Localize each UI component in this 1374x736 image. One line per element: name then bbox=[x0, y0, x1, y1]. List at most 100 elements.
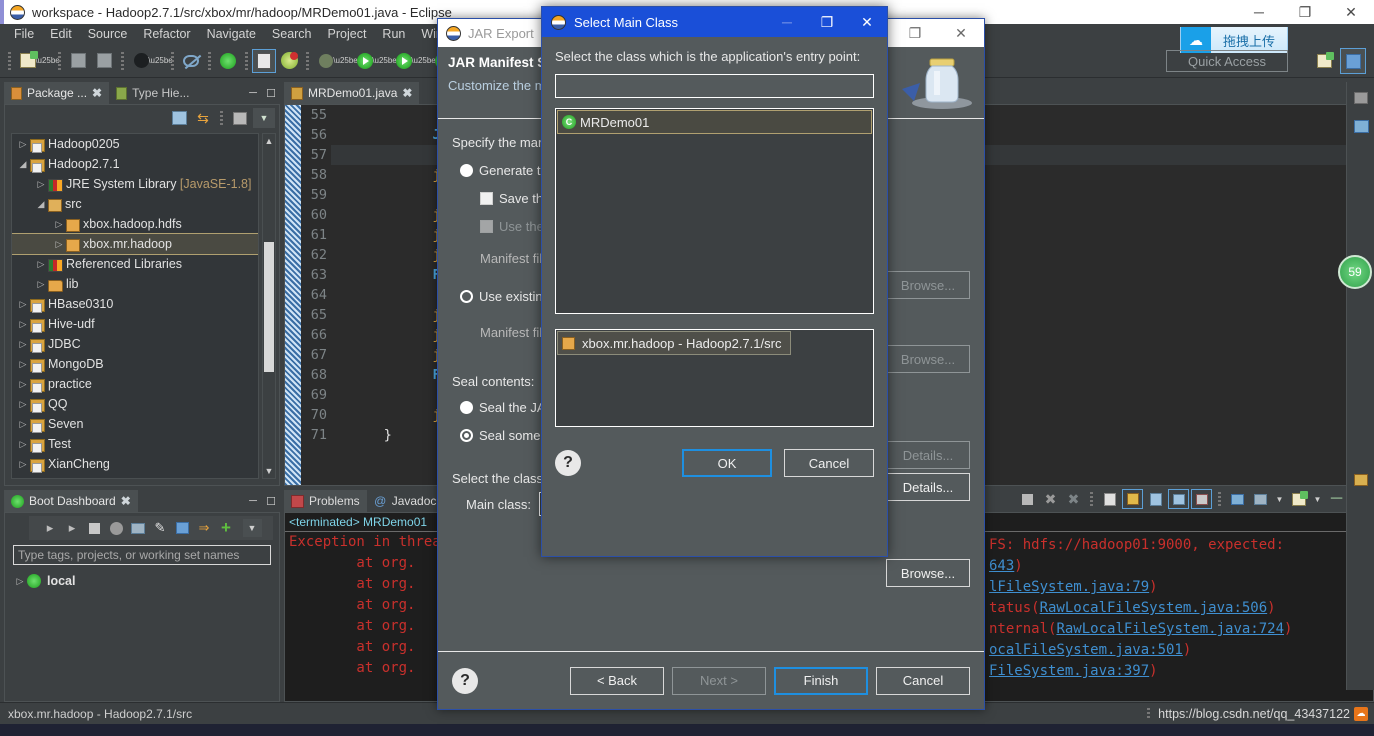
display-selected-console-icon[interactable] bbox=[1250, 489, 1271, 509]
tab-type-hierarchy[interactable]: Type Hie... bbox=[109, 82, 197, 104]
tree-item[interactable]: ▷ JDBC bbox=[12, 334, 258, 354]
tree-item[interactable]: ◢ src bbox=[12, 194, 258, 214]
outline-view-icon[interactable] bbox=[1348, 114, 1374, 138]
tree-item[interactable]: ▷ lib bbox=[12, 274, 258, 294]
run-dropdown-icon[interactable]: \u25be bbox=[372, 48, 396, 74]
console-dropdown-icon[interactable]: ▼ bbox=[1273, 486, 1286, 512]
run-as-dropdown-icon[interactable]: \u25be bbox=[411, 48, 435, 74]
list-item[interactable]: C MRDemo01 bbox=[557, 110, 872, 134]
tree-item[interactable]: ▷ Referenced Libraries bbox=[12, 254, 258, 274]
list-item[interactable]: ▷ local bbox=[13, 571, 271, 591]
help-icon[interactable]: ? bbox=[452, 667, 478, 694]
expand-arrow-icon[interactable]: ▷ bbox=[34, 259, 48, 270]
stack-trace-link[interactable]: RawLocalFileSystem.java:506 bbox=[1040, 600, 1268, 616]
show-console-on-output-icon[interactable] bbox=[1145, 489, 1166, 509]
console-minimize-icon[interactable]: ─ bbox=[1326, 489, 1347, 509]
open-console-dropdown-icon[interactable]: ▼ bbox=[1311, 486, 1324, 512]
scroll-up-icon[interactable]: ▲ bbox=[263, 134, 275, 148]
progress-badge[interactable]: 59 bbox=[1338, 255, 1372, 289]
cancel-button[interactable]: Cancel bbox=[784, 449, 874, 477]
terminate-icon[interactable] bbox=[1017, 489, 1038, 509]
expand-arrow-icon[interactable]: ▷ bbox=[16, 439, 30, 450]
run-as-server-button[interactable] bbox=[391, 48, 417, 74]
boot-dashboard-tree[interactable]: ▷ local bbox=[13, 571, 271, 591]
debug-button[interactable] bbox=[313, 48, 339, 74]
jar-export-close-button[interactable]: ✕ bbox=[938, 19, 984, 47]
java-perspective-icon[interactable] bbox=[1340, 48, 1366, 74]
menu-item-file[interactable]: File bbox=[6, 26, 42, 42]
tree-item[interactable]: ◢ Hadoop2.7.1 bbox=[12, 154, 258, 174]
collapse-all-icon[interactable] bbox=[168, 108, 190, 128]
menu-item-edit[interactable]: Edit bbox=[42, 26, 80, 42]
open-perspective-icon[interactable] bbox=[1311, 48, 1337, 74]
scroll-down-icon[interactable]: ▼ bbox=[263, 464, 275, 478]
tree-item[interactable]: ▷ Hadoop0205 bbox=[12, 134, 258, 154]
package-explorer-maximize-icon[interactable]: ☐ bbox=[262, 82, 280, 104]
tab-mrdemo01-java[interactable]: MRDemo01.java ✖ bbox=[284, 82, 420, 104]
package-explorer-scrollbar[interactable]: ▲ ▼ bbox=[262, 133, 276, 479]
expand-arrow-icon[interactable]: ▷ bbox=[34, 179, 48, 190]
stack-trace-link[interactable]: FileSystem.java:397 bbox=[989, 663, 1149, 679]
quick-access-input[interactable]: Quick Access bbox=[1166, 50, 1288, 72]
window-restore-button[interactable]: ❐ bbox=[1282, 0, 1328, 24]
console-view-icon[interactable] bbox=[1348, 468, 1374, 492]
generate-manifest-radio[interactable] bbox=[460, 163, 473, 177]
start-icon[interactable]: ▸ bbox=[41, 519, 60, 537]
back-button[interactable]: < Back bbox=[570, 666, 664, 695]
toggle-mark-occurrences-button[interactable] bbox=[178, 48, 204, 74]
tab-javadoc[interactable]: @ Javadoc bbox=[367, 490, 444, 512]
new-console-view-icon[interactable] bbox=[1227, 489, 1248, 509]
add-icon[interactable]: + bbox=[217, 518, 236, 537]
close-console-icon[interactable] bbox=[1191, 489, 1212, 509]
seal-some-packages-radio[interactable] bbox=[460, 428, 473, 442]
pin-console-icon[interactable] bbox=[1168, 489, 1189, 509]
tab-boot-dashboard[interactable]: Boot Dashboard ✖ bbox=[4, 490, 138, 512]
boot-dashboard-minimize-icon[interactable]: ─ bbox=[244, 490, 262, 512]
tree-item[interactable]: ▷ Seven bbox=[12, 414, 258, 434]
restart-icon[interactable]: ▸ bbox=[63, 519, 82, 537]
use-existing-manifest-radio[interactable] bbox=[460, 289, 473, 303]
menu-item-search[interactable]: Search bbox=[264, 26, 320, 42]
view-menu-icon[interactable] bbox=[229, 108, 251, 128]
properties-icon[interactable] bbox=[173, 519, 192, 537]
list-item[interactable]: xbox.mr.hadoop - Hadoop2.7.1/src bbox=[557, 331, 791, 355]
seal-jar-radio[interactable] bbox=[460, 400, 473, 414]
package-explorer-minimize-icon[interactable]: ─ bbox=[244, 82, 262, 104]
save-all-button[interactable] bbox=[91, 48, 117, 74]
menu-item-navigate[interactable]: Navigate bbox=[199, 26, 264, 42]
tab-problems[interactable]: Problems bbox=[284, 490, 367, 512]
tree-item[interactable]: ▷ practice bbox=[12, 374, 258, 394]
stack-trace-link[interactable]: lFileSystem.java:79 bbox=[989, 579, 1149, 595]
tree-item[interactable]: ▷ xbox.hadoop.hdfs bbox=[12, 214, 258, 234]
new-wizard-dropdown-icon[interactable]: \u25be bbox=[35, 48, 59, 74]
tree-item[interactable]: ▷ Test bbox=[12, 434, 258, 454]
edit-icon[interactable]: ✎ bbox=[151, 519, 170, 537]
stack-trace-link[interactable]: RawLocalFileSystem.java:724 bbox=[1056, 621, 1284, 637]
tree-item[interactable]: ▷ XianCheng bbox=[12, 454, 258, 474]
close-icon[interactable]: ✖ bbox=[402, 86, 412, 100]
stop-icon[interactable] bbox=[85, 519, 104, 537]
menu-item-source[interactable]: Source bbox=[80, 26, 136, 42]
tree-item[interactable]: ▷ QQ bbox=[12, 394, 258, 414]
tree-item[interactable]: ▷ MongoDB bbox=[12, 354, 258, 374]
class-filter-input[interactable] bbox=[555, 74, 874, 98]
expand-arrow-icon[interactable]: ▷ bbox=[52, 219, 66, 230]
cancel-button[interactable]: Cancel bbox=[876, 666, 970, 695]
details-button-2[interactable]: Details... bbox=[886, 473, 970, 501]
close-icon[interactable]: ✖ bbox=[92, 86, 102, 100]
boot-view-menu-icon[interactable]: ▼ bbox=[242, 519, 262, 537]
ok-button[interactable]: OK bbox=[682, 449, 772, 477]
expand-arrow-icon[interactable]: ◢ bbox=[34, 199, 48, 210]
stack-trace-link[interactable]: ocalFileSystem.java:501 bbox=[989, 642, 1183, 658]
remove-all-icon[interactable]: ✖ bbox=[1063, 489, 1084, 509]
boot-dashboard-maximize-icon[interactable]: ☐ bbox=[262, 490, 280, 512]
tree-item[interactable]: ▷ xbox.mr.hadoop bbox=[12, 233, 258, 255]
new-wizard-button[interactable] bbox=[15, 48, 41, 74]
spring-boot-button[interactable] bbox=[276, 48, 302, 74]
menu-item-project[interactable]: Project bbox=[320, 26, 375, 42]
expand-arrow-icon[interactable]: ▷ bbox=[16, 139, 30, 150]
jar-export-restore-button[interactable]: ❐ bbox=[892, 19, 938, 47]
restore-perspective-icon[interactable] bbox=[1348, 86, 1374, 110]
select-main-class-restore-button[interactable]: ❐ bbox=[807, 7, 847, 37]
open-console-icon[interactable] bbox=[129, 519, 148, 537]
